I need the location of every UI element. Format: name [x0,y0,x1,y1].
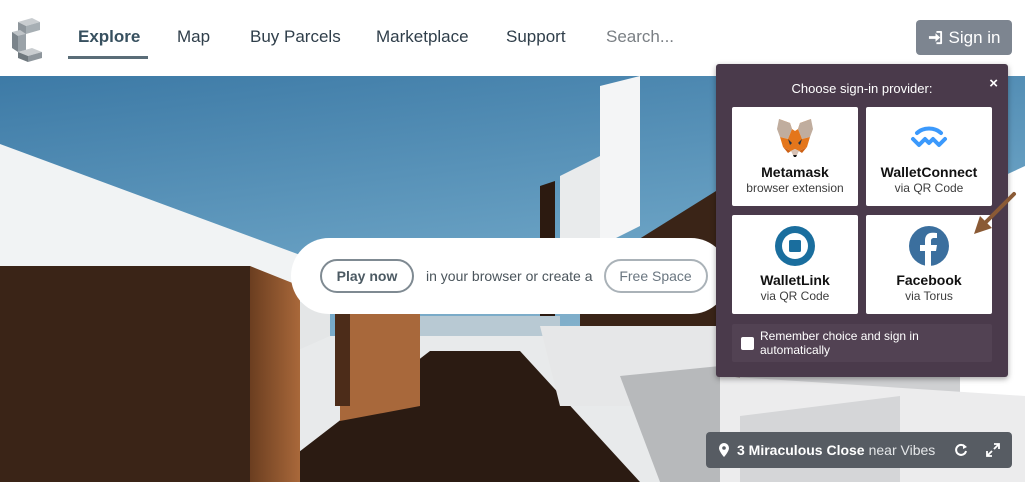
refresh-icon[interactable] [954,443,968,457]
expand-icon[interactable] [986,443,1000,457]
remember-checkbox[interactable] [741,337,754,350]
walletlink-icon [775,226,815,266]
nav-buy-parcels[interactable]: Buy Parcels [250,27,341,47]
location-bar: 3 Miraculous Close near Vibes [706,432,1012,468]
remember-choice-row[interactable]: Remember choice and sign in automaticall… [732,324,992,362]
annotation-arrow-icon [974,192,1016,234]
search-input[interactable] [598,22,798,52]
sign-in-provider-popup: Choose sign-in provider: × Metamask brow… [716,64,1008,377]
provider-walletlink-button[interactable]: WalletLink via QR Code [732,215,858,314]
metamask-fox-icon [777,119,813,157]
provider-name: Metamask [761,164,829,180]
provider-name: WalletLink [760,272,830,288]
remember-label: Remember choice and sign in automaticall… [760,329,919,357]
walletconnect-icon [911,126,947,147]
provider-name: WalletConnect [880,164,978,180]
nav-marketplace[interactable]: Marketplace [376,27,469,47]
provider-metamask-button[interactable]: Metamask browser extension [732,107,858,206]
play-now-bar: Play now in your browser or create a Fre… [291,238,729,314]
provider-subtitle: via Torus [905,289,953,303]
nav-support[interactable]: Support [506,27,566,47]
facebook-icon [909,226,949,266]
sign-in-label: Sign in [948,27,1001,47]
nav-active-underline [68,56,148,59]
popup-title: Choose sign-in provider: [791,81,933,96]
sign-in-icon [928,30,942,45]
location-name[interactable]: 3 Miraculous Close [737,442,865,458]
play-now-button[interactable]: Play now [320,259,414,293]
nav-explore[interactable]: Explore [78,27,140,47]
map-pin-icon [719,443,729,457]
nav-map[interactable]: Map [177,27,210,47]
play-now-text: in your browser or create a [426,268,593,284]
provider-subtitle: via QR Code [760,289,830,303]
cryptovoxels-logo-icon[interactable] [10,16,50,62]
provider-subtitle: browser extension [746,181,844,195]
provider-name: Facebook [896,272,962,288]
location-near-text: near Vibes [868,442,936,458]
close-icon[interactable]: × [989,76,998,91]
free-space-button[interactable]: Free Space [603,259,708,293]
sign-in-button[interactable]: Sign in [916,20,1012,55]
